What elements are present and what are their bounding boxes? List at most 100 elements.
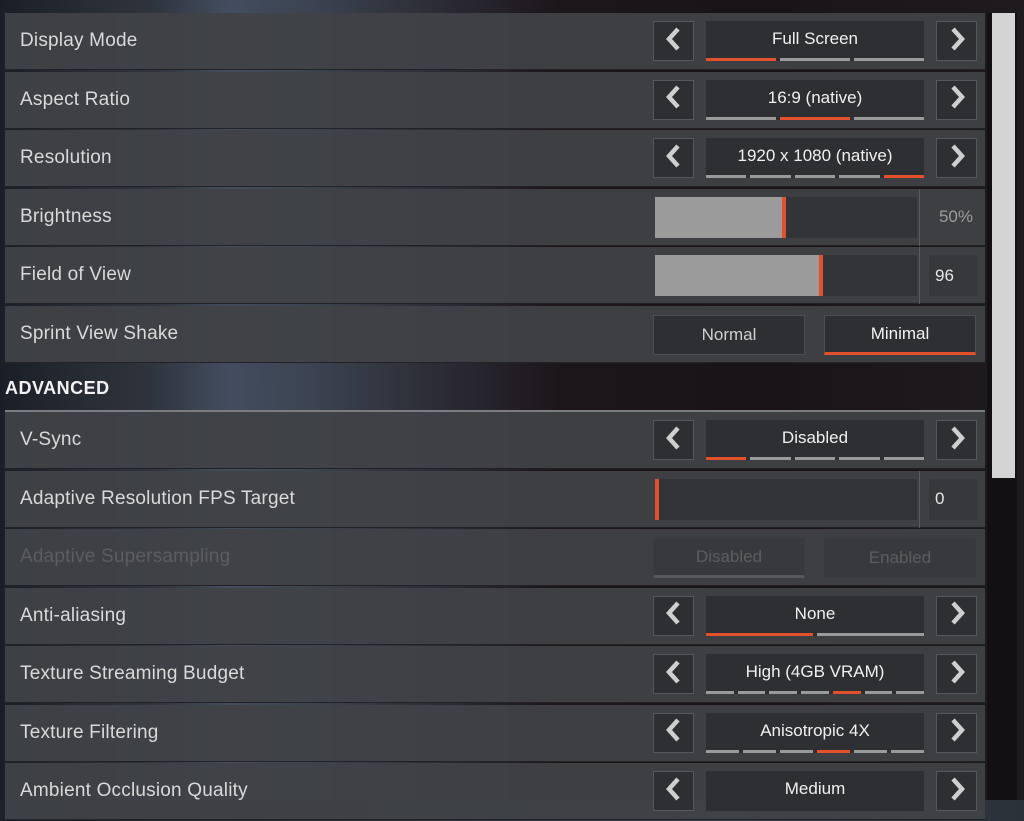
setting-label: Texture Streaming Budget	[20, 663, 245, 684]
option-pip	[780, 749, 813, 753]
option-carousel[interactable]: Medium	[653, 771, 977, 811]
option-pip	[750, 175, 791, 178]
chevron-left-icon	[665, 718, 682, 747]
option-carousel[interactable]: High (4GB VRAM)	[653, 654, 977, 694]
setting-label: Texture Filtering	[20, 721, 159, 743]
toggle-option-disabled: Disabled	[653, 538, 805, 578]
next-option-button[interactable]	[936, 138, 977, 178]
option-pip-active	[883, 175, 925, 178]
option-carousel[interactable]: Disabled	[653, 420, 977, 460]
setting-label: Adaptive Resolution FPS Target	[20, 487, 295, 509]
chevron-right-icon	[949, 143, 965, 173]
next-option-button[interactable]	[936, 654, 977, 694]
setting-label: Field of View	[20, 264, 132, 285]
previous-option-button[interactable]	[653, 21, 694, 61]
chevron-right-icon	[949, 718, 965, 747]
slider-handle[interactable]	[655, 478, 659, 520]
chevron-right-icon	[949, 659, 965, 689]
option-carousel[interactable]: 1920 x 1080 (native)	[653, 138, 977, 178]
slider-track[interactable]	[655, 478, 917, 520]
previous-option-button[interactable]	[653, 420, 694, 460]
setting-row-adaptive-resolution-fps-target: Adaptive Resolution FPS Target 0	[5, 470, 985, 528]
option-pip	[794, 175, 836, 178]
option-value: 16:9 (native)	[767, 87, 863, 107]
option-carousel[interactable]: Full Screen	[653, 21, 977, 61]
option-value-display[interactable]: 1920 x 1080 (native)	[706, 138, 925, 178]
previous-option-button[interactable]	[653, 654, 694, 694]
option-carousel[interactable]: Anisotropic 4X	[653, 712, 977, 753]
setting-row-resolution: Resolution 1920 x 1080 (native)	[5, 130, 985, 187]
option-pip-active	[817, 749, 850, 753]
option-value: Full Screen	[772, 29, 858, 48]
next-option-button[interactable]	[936, 420, 977, 460]
option-value-display[interactable]: None	[706, 595, 924, 636]
option-pip	[794, 457, 836, 460]
chevron-left-icon	[665, 659, 682, 689]
previous-option-button[interactable]	[653, 712, 694, 753]
slider-track[interactable]	[655, 255, 917, 296]
option-indicator	[706, 175, 925, 178]
option-pip	[706, 116, 776, 120]
slider-value[interactable]: 0	[929, 478, 977, 520]
option-value-display[interactable]: High (4GB VRAM)	[706, 654, 925, 694]
slider-handle[interactable]	[782, 196, 786, 238]
option-value: Medium	[784, 779, 846, 798]
previous-option-button[interactable]	[653, 138, 694, 178]
chevron-left-icon	[665, 425, 682, 455]
setting-label: Anti-aliasing	[20, 604, 127, 626]
option-value-display[interactable]: Medium	[706, 771, 924, 811]
option-pip	[891, 749, 924, 753]
option-pip	[706, 691, 734, 694]
next-option-button[interactable]	[936, 79, 977, 120]
chevron-left-icon	[665, 26, 682, 56]
option-carousel[interactable]: 16:9 (native)	[653, 79, 977, 120]
advanced-settings-group: V-Sync Disabled Adaptive Resolution FPS Ta…	[5, 412, 985, 820]
option-pip	[706, 175, 747, 178]
slider-handle[interactable]	[818, 255, 823, 296]
chevron-left-icon	[665, 776, 682, 806]
option-pip	[750, 457, 791, 460]
option-pip	[706, 749, 739, 753]
slider-track[interactable]	[655, 196, 917, 238]
previous-option-button[interactable]	[653, 595, 694, 636]
option-value: Disabled	[781, 428, 849, 447]
toggle-option-enabled: Enabled	[824, 538, 976, 578]
option-pip	[854, 116, 924, 120]
option-value-display[interactable]: Disabled	[706, 420, 925, 460]
option-value-display[interactable]: Full Screen	[706, 21, 924, 61]
slider-value[interactable]: 96	[929, 255, 977, 296]
toggle-option-minimal[interactable]: Minimal	[824, 314, 976, 355]
option-pip-active	[780, 116, 850, 120]
next-option-button[interactable]	[936, 21, 977, 61]
setting-row-aspect-ratio: Aspect Ratio 16:9 (native)	[5, 71, 985, 129]
option-value-display[interactable]: 16:9 (native)	[706, 79, 924, 120]
slider-divider	[919, 470, 920, 528]
toggle-option-normal[interactable]: Normal	[653, 314, 805, 355]
scrollbar-thumb[interactable]	[992, 13, 1015, 478]
chevron-left-icon	[665, 85, 682, 114]
setting-label: V-Sync	[20, 429, 82, 450]
previous-option-button[interactable]	[653, 79, 694, 120]
option-pip	[896, 691, 925, 694]
advanced-section-header: ADVANCED	[5, 364, 985, 412]
option-carousel[interactable]: None	[653, 595, 977, 636]
chevron-right-icon	[949, 601, 965, 630]
next-option-button[interactable]	[936, 712, 977, 753]
basic-settings-group: Display Mode Full Screen Aspect Ratio 16:9 …	[5, 13, 985, 363]
option-pip	[743, 749, 776, 753]
setting-label: Resolution	[20, 147, 112, 168]
chevron-left-icon	[665, 143, 682, 173]
option-indicator	[706, 58, 924, 61]
next-option-button[interactable]	[936, 771, 977, 811]
previous-option-button[interactable]	[653, 771, 694, 811]
option-indicator	[706, 116, 924, 120]
slider-divider	[919, 247, 920, 304]
setting-row-texture-streaming-budget: Texture Streaming Budget High (4GB VRAM)	[5, 646, 985, 703]
option-value: 1920 x 1080 (native)	[737, 146, 893, 165]
option-pip	[817, 632, 924, 636]
slider-divider	[919, 188, 920, 246]
next-option-button[interactable]	[936, 595, 977, 636]
option-pip-active	[706, 58, 776, 61]
chevron-right-icon	[949, 85, 965, 114]
option-value-display[interactable]: Anisotropic 4X	[706, 712, 924, 753]
